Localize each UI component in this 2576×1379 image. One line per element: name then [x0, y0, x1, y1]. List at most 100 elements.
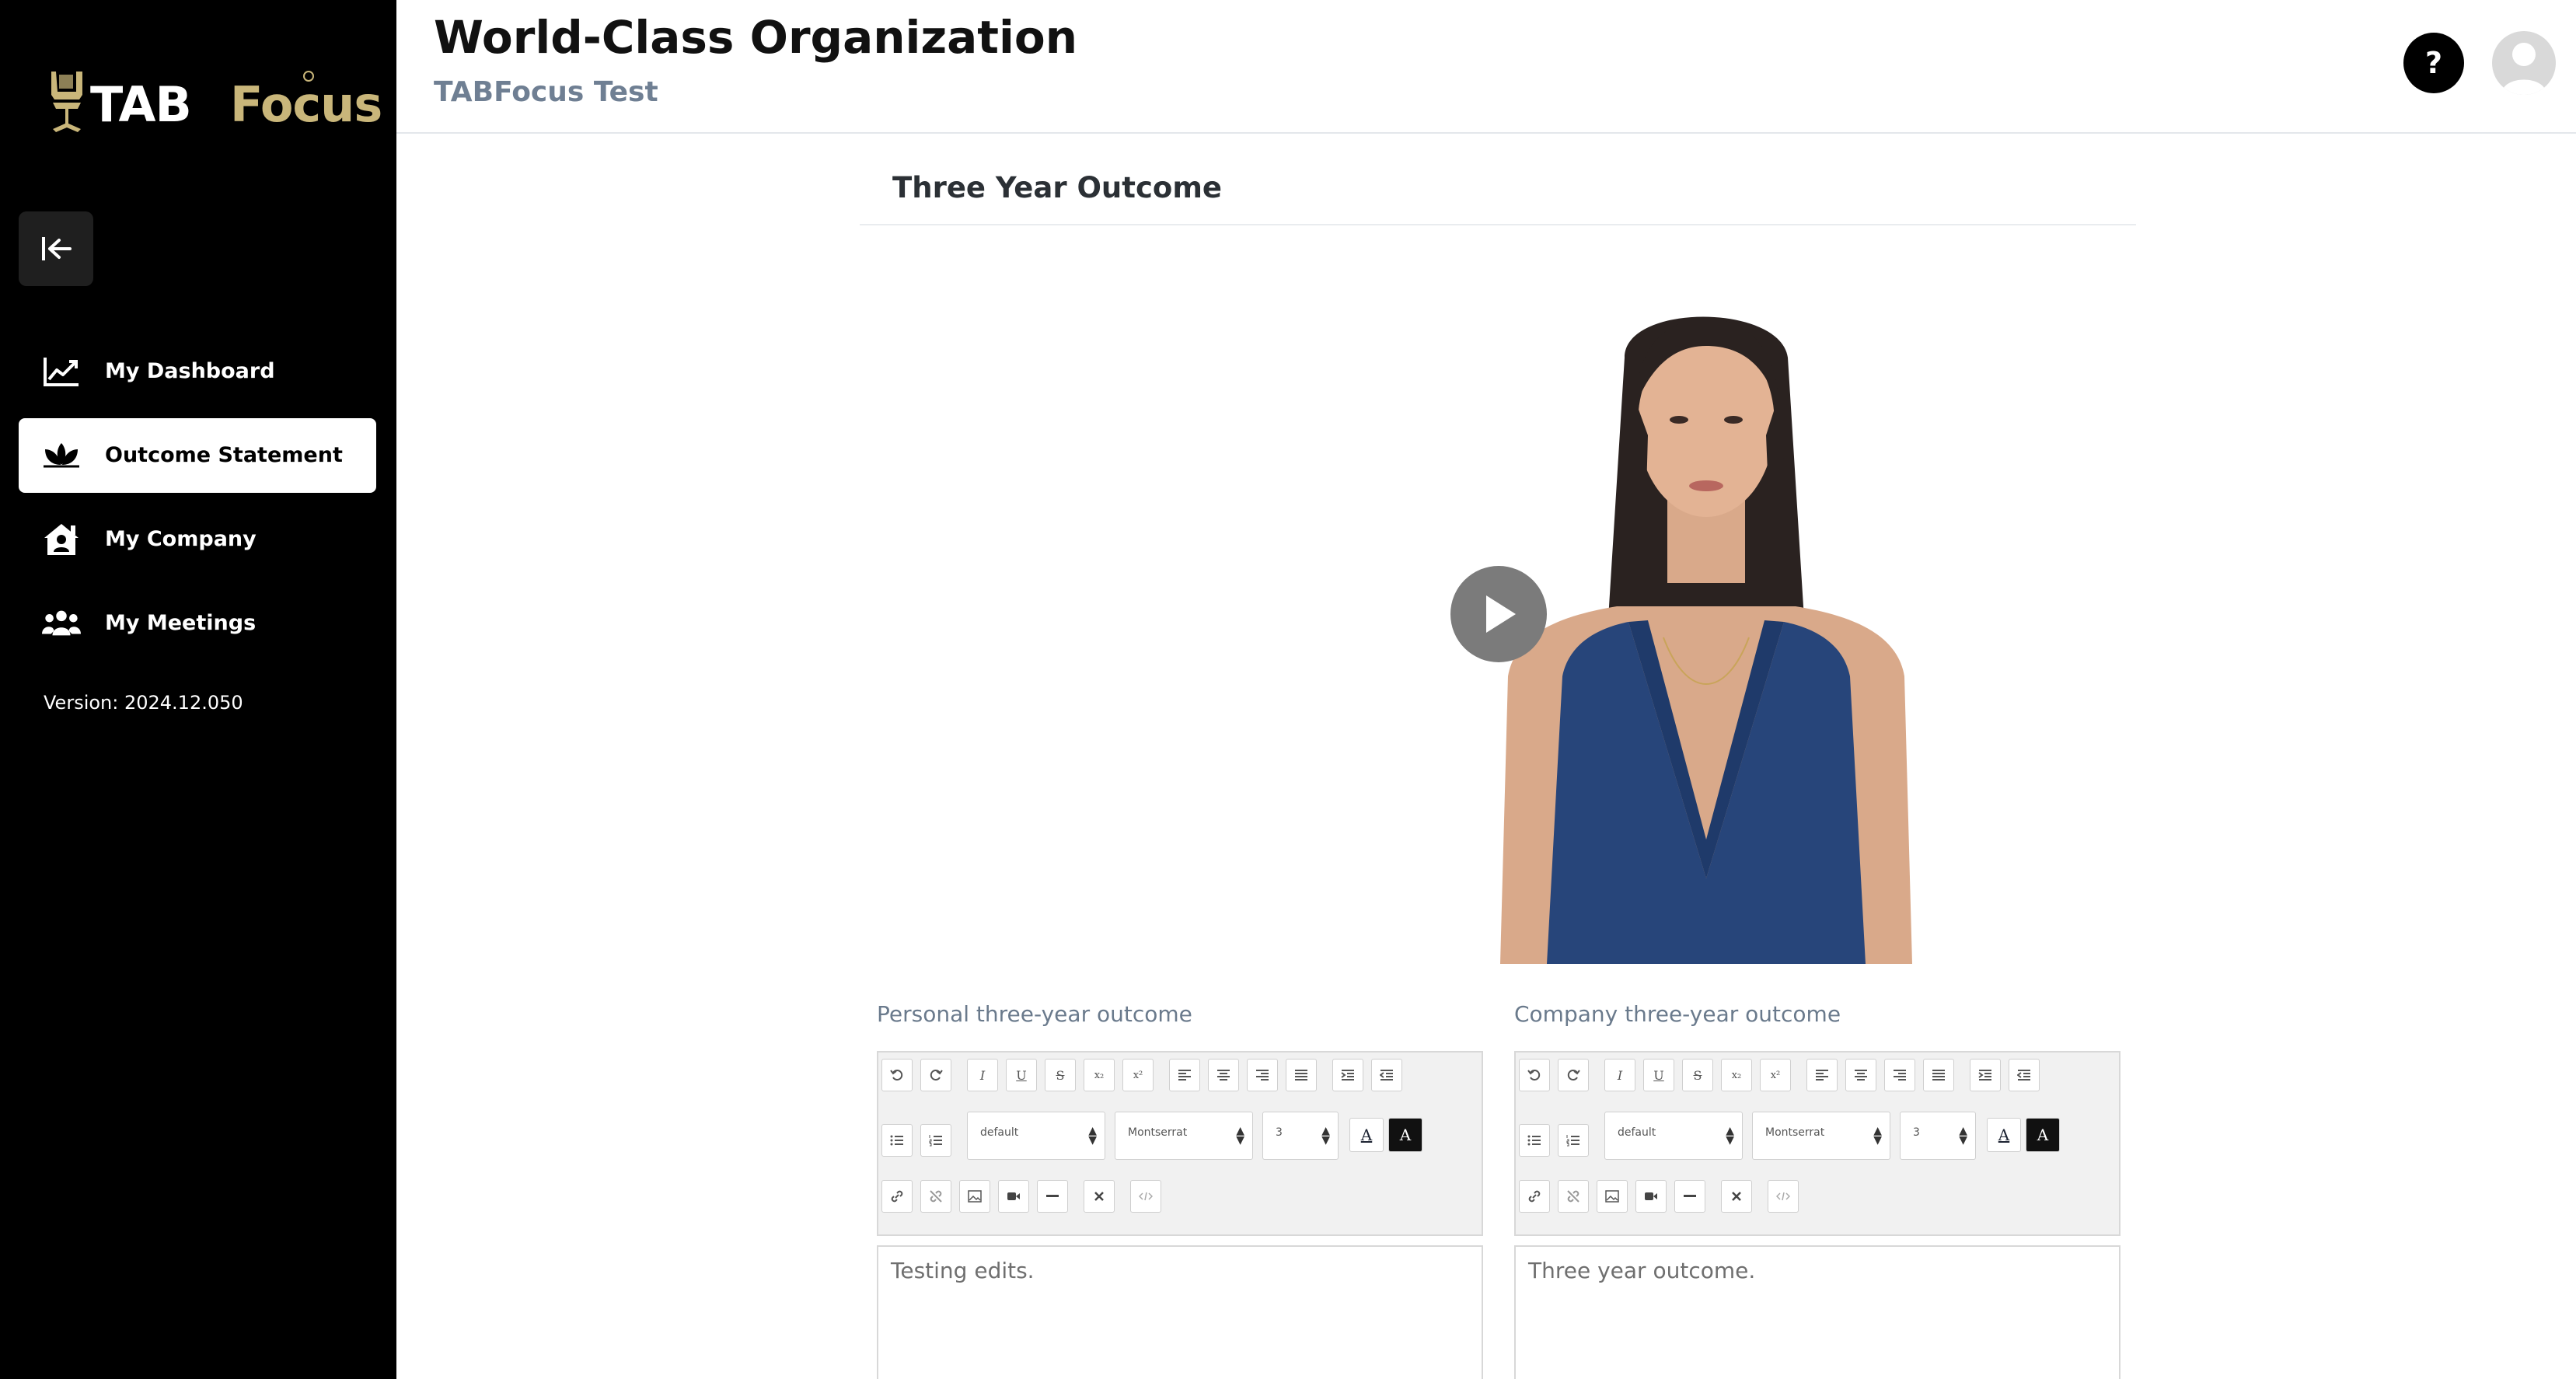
- align-center-icon[interactable]: [1845, 1059, 1876, 1091]
- superscript-button[interactable]: x²: [1760, 1059, 1791, 1091]
- numbered-list-icon[interactable]: [1558, 1124, 1589, 1157]
- numbered-list-icon[interactable]: [920, 1124, 951, 1157]
- font-size-select[interactable]: 3 ▲ ▼: [1262, 1112, 1339, 1160]
- style-select-value: default: [980, 1126, 1019, 1139]
- horizontal-rule-icon[interactable]: [1674, 1180, 1705, 1213]
- link-icon[interactable]: [881, 1180, 913, 1213]
- sidebar-item-label: My Company: [105, 527, 257, 551]
- unlink-icon[interactable]: [1558, 1180, 1589, 1213]
- registered-mark-icon: [303, 71, 314, 82]
- select-arrows-icon: ▲ ▼: [1726, 1125, 1734, 1147]
- company-outcome-label: Company three-year outcome: [1514, 1001, 1841, 1027]
- bullet-list-icon[interactable]: [881, 1124, 913, 1157]
- personal-editor-toolbar: I U S x₂ x² default ▲ ▼ Montserrat ▲ ▼ 3 ▲…: [877, 1051, 1483, 1236]
- sidebar-item-label: My Meetings: [105, 611, 257, 635]
- italic-button[interactable]: I: [967, 1059, 998, 1091]
- sidebar-item-label: My Dashboard: [105, 359, 275, 383]
- horizontal-rule-icon[interactable]: [1037, 1180, 1068, 1213]
- font-family-select[interactable]: Montserrat ▲ ▼: [1752, 1112, 1890, 1160]
- version-text: Version: 2024.12.050: [44, 692, 243, 714]
- font-family-select[interactable]: Montserrat ▲ ▼: [1115, 1112, 1253, 1160]
- select-arrows-icon: ▲ ▼: [1088, 1125, 1097, 1147]
- code-view-icon[interactable]: [1768, 1180, 1799, 1213]
- link-icon[interactable]: [1519, 1180, 1550, 1213]
- chair-logo-icon: [51, 72, 82, 132]
- company-outcome-editor[interactable]: Three year outcome.: [1514, 1245, 2120, 1379]
- unlink-icon[interactable]: [920, 1180, 951, 1213]
- logo-text-focus: Focus: [230, 76, 382, 133]
- top-header: World-Class Organization TABFocus Test ?: [396, 0, 2576, 134]
- presenter-image: [1500, 316, 1912, 964]
- superscript-button[interactable]: x²: [1122, 1059, 1154, 1091]
- bullet-list-icon[interactable]: [1519, 1124, 1550, 1157]
- play-button[interactable]: [1450, 566, 1547, 662]
- image-icon[interactable]: [1597, 1180, 1628, 1213]
- paragraph-style-select[interactable]: default ▲ ▼: [967, 1112, 1105, 1160]
- sidebar-item-label: Outcome Statement: [105, 443, 343, 467]
- page-title: World-Class Organization: [434, 11, 1078, 64]
- highlight-color-button[interactable]: A: [2026, 1118, 2060, 1152]
- sidebar: TAB Focus My Dashboard Outcome Statement…: [0, 0, 396, 1379]
- align-justify-icon[interactable]: [1286, 1059, 1317, 1091]
- align-center-icon[interactable]: [1208, 1059, 1239, 1091]
- sidebar-item-my-meetings[interactable]: My Meetings: [19, 586, 376, 661]
- style-select-value: default: [1618, 1126, 1656, 1139]
- underline-button[interactable]: U: [1006, 1059, 1037, 1091]
- clear-format-icon[interactable]: [1084, 1180, 1115, 1213]
- tabfocus-logo[interactable]: TAB Focus: [45, 68, 382, 138]
- sidebar-item-outcome-statement[interactable]: Outcome Statement: [19, 418, 376, 493]
- section-title: Three Year Outcome: [892, 171, 1222, 204]
- code-view-icon[interactable]: [1130, 1180, 1161, 1213]
- align-left-icon[interactable]: [1806, 1059, 1838, 1091]
- highlight-color-button[interactable]: A: [1388, 1118, 1422, 1152]
- personal-outcome-label: Personal three-year outcome: [877, 1001, 1192, 1027]
- redo-icon[interactable]: [920, 1059, 951, 1091]
- sidebar-item-my-company[interactable]: My Company: [19, 502, 376, 577]
- italic-button[interactable]: I: [1604, 1059, 1635, 1091]
- image-icon[interactable]: [959, 1180, 990, 1213]
- align-justify-icon[interactable]: [1923, 1059, 1954, 1091]
- subscript-button[interactable]: x₂: [1084, 1059, 1115, 1091]
- avatar[interactable]: [2492, 31, 2556, 95]
- logo-text-tab: TAB: [90, 76, 192, 133]
- align-right-icon[interactable]: [1884, 1059, 1915, 1091]
- strikethrough-button[interactable]: S: [1045, 1059, 1076, 1091]
- question-mark-icon: ?: [2424, 46, 2443, 80]
- user-silhouette-icon: [2501, 43, 2546, 95]
- font-color-button[interactable]: A: [1987, 1118, 2021, 1152]
- play-icon: [1486, 595, 1516, 633]
- clear-format-icon[interactable]: [1721, 1180, 1752, 1213]
- outdent-icon[interactable]: [2009, 1059, 2040, 1091]
- font-size-select[interactable]: 3 ▲ ▼: [1900, 1112, 1976, 1160]
- underline-button[interactable]: U: [1643, 1059, 1674, 1091]
- paragraph-style-select[interactable]: default ▲ ▼: [1604, 1112, 1743, 1160]
- personal-outcome-editor[interactable]: Testing edits.: [877, 1245, 1483, 1379]
- video-icon[interactable]: [1635, 1180, 1667, 1213]
- redo-icon[interactable]: [1558, 1059, 1589, 1091]
- section-header: Three Year Outcome: [860, 155, 2136, 225]
- video-player[interactable]: [1454, 311, 2091, 964]
- size-select-value: 3: [1276, 1126, 1283, 1139]
- video-icon[interactable]: [998, 1180, 1029, 1213]
- font-color-button[interactable]: A: [1349, 1118, 1384, 1152]
- lotus-icon: [42, 438, 81, 473]
- help-button[interactable]: ?: [2403, 33, 2464, 93]
- outdent-icon[interactable]: [1371, 1059, 1402, 1091]
- size-select-value: 3: [1913, 1126, 1920, 1139]
- select-arrows-icon: ▲ ▼: [1321, 1125, 1330, 1147]
- undo-icon[interactable]: [881, 1059, 913, 1091]
- undo-icon[interactable]: [1519, 1059, 1550, 1091]
- select-arrows-icon: ▲ ▼: [1873, 1125, 1882, 1147]
- indent-icon[interactable]: [1970, 1059, 2001, 1091]
- strikethrough-button[interactable]: S: [1682, 1059, 1713, 1091]
- company-house-icon: [42, 522, 81, 557]
- align-left-icon[interactable]: [1169, 1059, 1200, 1091]
- indent-icon[interactable]: [1332, 1059, 1363, 1091]
- collapse-sidebar-button[interactable]: [19, 211, 93, 286]
- page-subtitle: TABFocus Test: [434, 76, 658, 108]
- select-arrows-icon: ▲ ▼: [1959, 1125, 1967, 1147]
- subscript-button[interactable]: x₂: [1721, 1059, 1752, 1091]
- chart-line-icon: [42, 354, 81, 389]
- align-right-icon[interactable]: [1247, 1059, 1278, 1091]
- sidebar-item-my-dashboard[interactable]: My Dashboard: [19, 334, 376, 409]
